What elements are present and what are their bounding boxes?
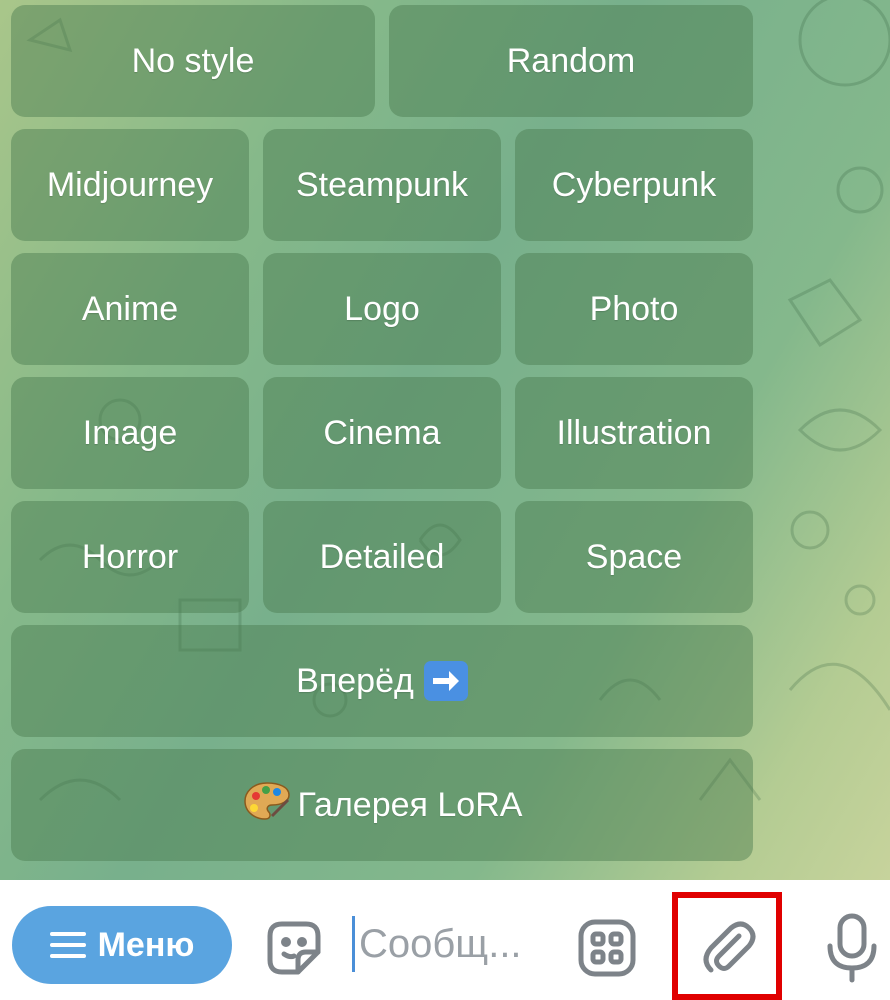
- keyboard-button-horror[interactable]: Horror: [11, 501, 249, 613]
- right-arrow-emoji-icon: [423, 661, 468, 701]
- attach-highlight-box: [672, 892, 782, 1000]
- button-label: Detailed: [319, 537, 445, 576]
- bot-commands-icon[interactable]: [575, 916, 639, 980]
- button-label: Image: [82, 413, 178, 452]
- button-label: Midjourney: [46, 165, 214, 204]
- button-label: Cyberpunk: [551, 165, 717, 204]
- keyboard-button-image[interactable]: Image: [11, 377, 249, 489]
- keyboard-button-photo[interactable]: Photo: [515, 253, 753, 365]
- keyboard-button-illustration[interactable]: Illustration: [515, 377, 753, 489]
- button-label: Anime: [81, 289, 179, 328]
- keyboard-button-anime[interactable]: Anime: [11, 253, 249, 365]
- button-label: Space: [585, 537, 683, 576]
- button-label: Horror: [81, 537, 179, 576]
- reply-keyboard: No style Random Midjourney Steampunk Cyb…: [0, 0, 890, 880]
- keyboard-button-detailed[interactable]: Detailed: [263, 501, 501, 613]
- keyboard-button-logo[interactable]: Logo: [263, 253, 501, 365]
- sticker-icon[interactable]: [262, 916, 326, 980]
- keyboard-button-lora-gallery[interactable]: Галерея LoRA: [11, 749, 753, 861]
- button-label: Cinema: [323, 413, 441, 452]
- button-label: Галерея LoRA: [297, 785, 523, 824]
- button-label: No style: [131, 41, 255, 80]
- keyboard-button-random[interactable]: Random: [389, 5, 753, 117]
- button-label: Вперёд: [296, 661, 414, 700]
- menu-button[interactable]: Меню: [12, 906, 232, 984]
- burger-icon: [49, 932, 86, 958]
- button-label: Steampunk: [296, 165, 468, 204]
- message-composer: Меню Сообщ...: [0, 880, 890, 1000]
- button-label: Photo: [589, 289, 679, 328]
- keyboard-button-no-style[interactable]: No style: [11, 5, 375, 117]
- text-caret: [352, 916, 355, 972]
- keyboard-button-steampunk[interactable]: Steampunk: [263, 129, 501, 241]
- input-placeholder: Сообщ...: [359, 921, 522, 966]
- menu-label: Меню: [97, 925, 195, 964]
- message-input[interactable]: Сообщ...: [352, 912, 552, 976]
- keyboard-button-midjourney[interactable]: Midjourney: [11, 129, 249, 241]
- palette-emoji-icon: [242, 780, 292, 831]
- keyboard-button-cyberpunk[interactable]: Cyberpunk: [515, 129, 753, 241]
- keyboard-button-cinema[interactable]: Cinema: [263, 377, 501, 489]
- microphone-icon[interactable]: [820, 912, 884, 984]
- button-label: Logo: [344, 289, 420, 328]
- keyboard-button-forward[interactable]: Вперёд: [11, 625, 753, 737]
- keyboard-button-space[interactable]: Space: [515, 501, 753, 613]
- button-label: Illustration: [556, 413, 712, 452]
- button-label: Random: [506, 41, 636, 80]
